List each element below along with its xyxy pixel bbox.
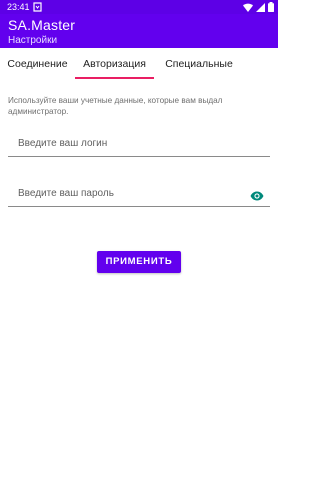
apply-button[interactable]: ПРИМЕНИТЬ: [97, 251, 181, 273]
signal-icon: [256, 2, 265, 12]
status-bar: 23:41: [0, 0, 278, 14]
status-time: 23:41: [7, 2, 30, 12]
password-underline: [8, 206, 270, 207]
login-input[interactable]: [8, 131, 270, 156]
status-icons: [243, 2, 274, 12]
battery-icon: [268, 2, 274, 12]
visibility-icon[interactable]: [250, 188, 264, 201]
notification-icon: [33, 2, 42, 12]
selected-tab-indicator: [75, 77, 154, 79]
app-title: SA.Master: [8, 17, 76, 33]
wifi-icon: [243, 3, 253, 12]
app-bar: SA.Master Настройки: [0, 14, 278, 48]
app-subtitle: Настройки: [8, 35, 58, 46]
password-field[interactable]: [8, 181, 270, 207]
credentials-hint: Используйте ваши учетные данные, которые…: [8, 96, 223, 116]
login-underline: [8, 156, 270, 157]
password-input[interactable]: [8, 181, 270, 206]
tab-special[interactable]: Специальные: [154, 48, 244, 80]
settings-tabs: Соединение Авторизация Специальные: [0, 48, 278, 80]
tab-authorization[interactable]: Авторизация: [75, 48, 154, 80]
login-field[interactable]: [8, 131, 270, 157]
tab-connection[interactable]: Соединение: [0, 48, 75, 80]
